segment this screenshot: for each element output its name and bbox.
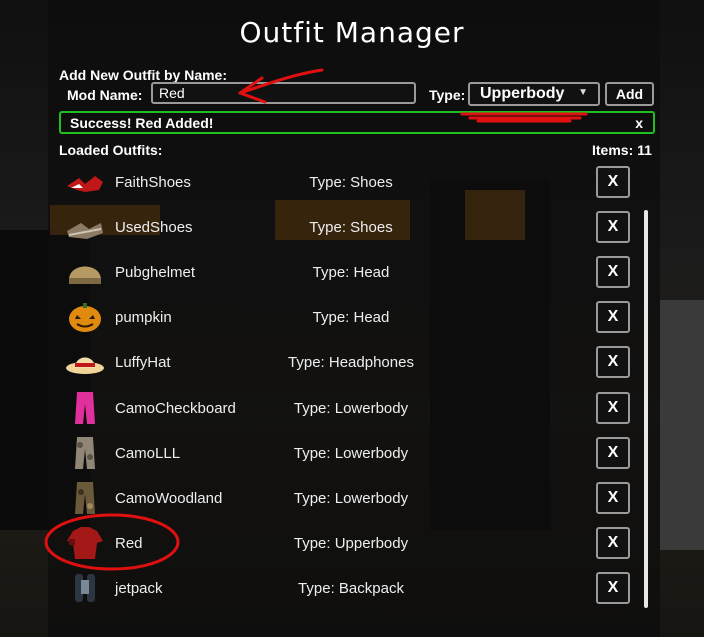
delete-outfit-button[interactable]: X [596,391,630,424]
mod-name-label: Mod Name: [67,87,143,103]
items-count: Items: 11 [592,142,652,158]
delete-outfit-button[interactable]: X [596,211,630,244]
list-item: Pubghelmet Type: Head X [59,250,649,295]
delete-outfit-button[interactable]: X [596,436,630,469]
outfit-name: CamoLLL [115,444,181,462]
add-button[interactable]: Add [605,82,654,106]
woodland-pants-icon [65,480,105,516]
camo-pants-icon [65,435,105,471]
success-text: Success! Red Added! [70,115,214,131]
outfit-type: Type: Backpack [298,579,404,597]
outfit-name: CamoWoodland [115,489,223,507]
outfit-type: Type: Head [312,309,390,327]
delete-outfit-button[interactable]: X [596,526,630,559]
list-item: jetpack Type: Backpack X [59,566,649,611]
outfit-type: Type: Lowerbody [293,489,409,507]
close-notice-button[interactable]: x [635,115,643,131]
red-shoes-icon [65,164,105,200]
type-select[interactable]: Upperbody ▼ [468,82,600,106]
delete-outfit-button[interactable]: X [596,256,630,289]
pink-pants-icon [65,390,105,426]
chevron-down-icon: ▼ [578,87,588,98]
outfit-type: Type: Shoes [309,174,393,191]
delete-outfit-button[interactable]: X [596,571,630,604]
type-select-value: Upperbody [480,85,565,102]
delete-outfit-button[interactable]: X [596,301,630,334]
add-section-label: Add New Outfit by Name: [59,67,228,83]
list-item: FaithShoes Type: Shoes X [59,160,649,205]
outfit-type: Type: Headphones [288,354,414,372]
red-shirt-icon [65,525,105,561]
jetpack-icon [65,570,105,606]
outfit-type: Type: Head [312,264,390,282]
outfit-name: UsedShoes [115,219,193,237]
success-notice: Success! Red Added! x [59,111,655,134]
pumpkin-icon [65,299,105,335]
outfit-name: jetpack [115,579,163,597]
list-item: CamoLLL Type: Lowerbody X [59,431,649,476]
outfit-name: Pubghelmet [115,264,196,282]
outfit-type: Type: Shoes [309,219,393,237]
window-title: Outfit Manager [239,16,465,49]
outfit-type: Type: Lowerbody [293,399,409,417]
worn-shoes-icon [65,209,105,245]
type-label: Type: [429,87,466,103]
outfit-name: LuffyHat [115,354,171,372]
straw-hat-icon [65,344,105,380]
list-item: Red Type: Upperbody X [59,521,649,566]
delete-outfit-button[interactable]: X [596,166,630,198]
list-item: CamoCheckboard Type: Lowerbody X [59,386,649,431]
list-item: UsedShoes Type: Shoes X [59,205,649,250]
outfit-name: CamoCheckboard [115,399,236,417]
list-item: LuffyHat Type: Headphones X [59,340,649,385]
outfit-name: FaithShoes [115,174,191,191]
delete-outfit-button[interactable]: X [596,481,630,514]
loaded-outfits-label: Loaded Outfits: [59,142,163,158]
helmet-icon [65,254,105,290]
mod-name-input[interactable] [151,82,416,104]
outfit-name: Red [115,534,143,552]
list-item: CamoWoodland Type: Lowerbody X [59,476,649,521]
outfit-type: Type: Lowerbody [293,444,409,462]
outfit-type: Type: Upperbody [293,534,409,552]
list-item: pumpkin Type: Head X [59,295,649,340]
delete-outfit-button[interactable]: X [596,346,630,379]
outfit-name: pumpkin [115,309,172,327]
list-scrollbar[interactable] [644,210,648,608]
